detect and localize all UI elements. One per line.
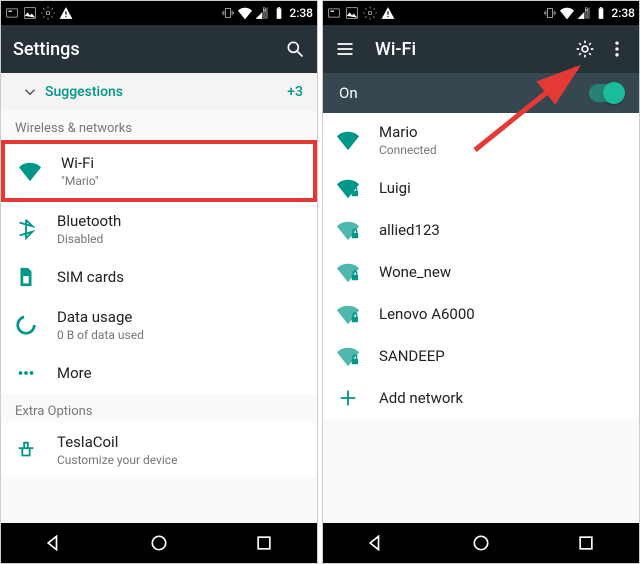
sim-label: SIM cards (57, 268, 317, 286)
wifi-signal-icon (337, 303, 379, 325)
network-row[interactable]: Lenovo A6000 (323, 293, 639, 335)
network-name: Luigi (379, 179, 639, 197)
network-name: Mario (379, 123, 639, 141)
wifi-signal-icon (337, 129, 379, 151)
teslacoil-icon (15, 439, 57, 461)
wifi-toggle-bar: On (323, 73, 639, 113)
app-bar: Settings (1, 25, 317, 73)
more-icon (15, 362, 57, 384)
section-header-extra: Extra Options (1, 394, 317, 423)
menu-icon[interactable] (335, 39, 355, 59)
battery-icon (272, 6, 286, 20)
image-icon (345, 6, 359, 20)
network-status: Connected (379, 143, 639, 157)
network-list: Mario Connected Luigi allied123 Wone_new Leno… (323, 113, 639, 523)
more-label: More (57, 364, 317, 382)
warning-icon (381, 6, 395, 20)
data-usage-row[interactable]: Data usage 0 B of data used (1, 298, 317, 352)
teslacoil-label: TeslaCoil (57, 433, 317, 451)
bluetooth-label: Bluetooth (57, 212, 317, 230)
battery-icon (594, 6, 608, 20)
network-row[interactable]: SANDEEP (323, 335, 639, 377)
back-button[interactable] (44, 533, 64, 553)
wifi-sublabel: "Mario" (61, 174, 313, 188)
network-name: SANDEEP (379, 347, 639, 365)
add-network-row[interactable]: Add network (323, 377, 639, 419)
clock: 2:38 (611, 6, 635, 20)
plus-icon (337, 387, 379, 409)
signal-icon: R (255, 6, 269, 20)
wifi-label: Wi-Fi (61, 154, 313, 172)
wifi-state-label: On (339, 84, 589, 102)
nav-bar (1, 523, 317, 563)
settings-screen: R 2:38 Settings Suggestions +3 Wireless … (0, 0, 318, 564)
teslacoil-sublabel: Customize your device (57, 453, 317, 467)
wifi-row[interactable]: Wi-Fi "Mario" (1, 140, 317, 202)
nav-bar (323, 523, 639, 563)
status-bar: R 2:38 (1, 1, 317, 25)
vibrate-icon (221, 6, 235, 20)
network-name: allied123 (379, 221, 639, 239)
overflow-icon[interactable] (607, 39, 627, 59)
sim-icon (15, 266, 57, 288)
network-name: Lenovo A6000 (379, 305, 639, 323)
network-row[interactable]: Wone_new (323, 251, 639, 293)
page-title: Settings (13, 39, 273, 60)
wifi-status-icon (560, 6, 574, 20)
notification-icon (327, 6, 341, 20)
bluetooth-icon (15, 218, 57, 240)
page-title: Wi-Fi (375, 39, 563, 60)
signal-icon: R (577, 6, 591, 20)
app-bar: Wi-Fi (323, 25, 639, 73)
wifi-signal-icon (337, 261, 379, 283)
wifi-signal-icon (337, 177, 379, 199)
data-usage-sublabel: 0 B of data used (57, 328, 317, 342)
recents-button[interactable] (254, 533, 274, 553)
more-row[interactable]: More (1, 352, 317, 394)
recents-button[interactable] (576, 533, 596, 553)
network-row[interactable]: Mario Connected (323, 113, 639, 167)
notification-icon (5, 6, 19, 20)
chevron-down-icon (15, 83, 45, 101)
gear-icon[interactable] (575, 39, 595, 59)
teslacoil-row[interactable]: TeslaCoil Customize your device (1, 423, 317, 477)
wifi-signal-icon (337, 345, 379, 367)
image-icon (23, 6, 37, 20)
clock: 2:38 (289, 6, 313, 20)
search-icon[interactable] (285, 39, 305, 59)
warning-icon (59, 6, 73, 20)
wifi-toggle[interactable] (589, 84, 623, 102)
bluetooth-sublabel: Disabled (57, 232, 317, 246)
wifi-icon (19, 160, 61, 182)
status-bar: R 2:38 (323, 1, 639, 25)
data-usage-label: Data usage (57, 308, 317, 326)
back-button[interactable] (366, 533, 386, 553)
gear-icon (363, 6, 377, 20)
home-button[interactable] (471, 533, 491, 553)
vibrate-icon (543, 6, 557, 20)
network-row[interactable]: Luigi (323, 167, 639, 209)
network-name: Wone_new (379, 263, 639, 281)
wifi-signal-icon (337, 219, 379, 241)
bluetooth-row[interactable]: Bluetooth Disabled (1, 202, 317, 256)
suggestions-row[interactable]: Suggestions +3 (1, 73, 317, 111)
home-button[interactable] (149, 533, 169, 553)
sim-row[interactable]: SIM cards (1, 256, 317, 298)
suggestions-label: Suggestions (45, 84, 287, 100)
wifi-screen: R 2:38 Wi-Fi On Mario Connected Luigi allie… (322, 0, 640, 564)
suggestions-count: +3 (287, 84, 303, 100)
network-row[interactable]: allied123 (323, 209, 639, 251)
gear-icon (41, 6, 55, 20)
wifi-status-icon (238, 6, 252, 20)
section-header-wireless: Wireless & networks (1, 111, 317, 140)
add-network-label: Add network (379, 389, 639, 407)
data-usage-icon (15, 314, 57, 336)
